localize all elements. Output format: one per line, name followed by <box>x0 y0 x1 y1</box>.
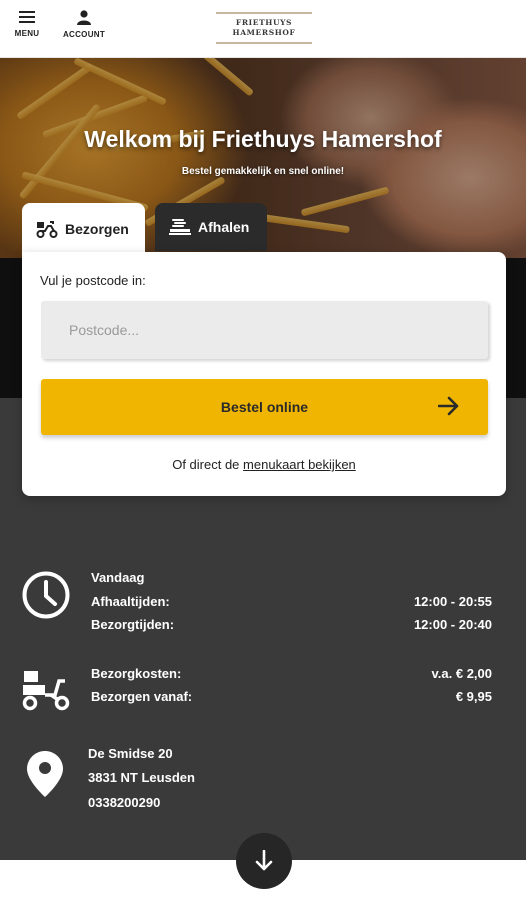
delivery-cost-value: v.a. € 2,00 <box>431 666 492 681</box>
order-card: Vul je postcode in: Bestel online Of dir… <box>22 252 506 496</box>
view-menu-link[interactable]: menukaart bekijken <box>243 457 356 472</box>
delivery-times-value: 12:00 - 20:40 <box>413 617 492 632</box>
postcode-input[interactable] <box>41 301 488 359</box>
location-pin-icon <box>27 751 63 797</box>
pickup-times-value: 12:00 - 20:55 <box>413 594 492 609</box>
logo-line2: HAMERSHOF <box>232 28 296 37</box>
top-header: MENU ACCOUNT FRIETHUYS HAMERSHOF <box>0 0 526 58</box>
restaurant-logo[interactable]: FRIETHUYS HAMERSHOF <box>216 12 312 44</box>
tab-pickup[interactable]: Afhalen <box>155 203 267 251</box>
menu-icon <box>19 11 35 23</box>
account-label: ACCOUNT <box>62 30 106 39</box>
order-online-button[interactable]: Bestel online <box>41 379 488 435</box>
postcode-label: Vul je postcode in: <box>40 273 146 288</box>
min-order-label: Bezorgen vanaf: <box>91 689 193 704</box>
tab-deliver[interactable]: Bezorgen <box>22 203 145 255</box>
today-label: Vandaag <box>91 570 145 585</box>
hero-subtitle: Bestel gemakkelijk en snel online! <box>181 166 345 177</box>
account-icon <box>77 10 91 25</box>
menu-label: MENU <box>14 29 40 38</box>
min-order-value: € 9,95 <box>455 689 492 704</box>
menu-link-line: Of direct de menukaart bekijken <box>22 457 506 472</box>
phone-number[interactable]: 0338200290 <box>88 795 160 810</box>
food-tray-icon <box>169 219 191 235</box>
arrow-down-icon <box>255 850 273 871</box>
scooter-icon <box>36 221 58 238</box>
menu-button[interactable]: MENU <box>12 10 42 38</box>
order-online-label: Bestel online <box>220 399 309 415</box>
hero-title: Welkom bij Friethuys Hamershof <box>84 126 442 152</box>
account-button[interactable]: ACCOUNT <box>62 10 106 39</box>
address-street: De Smidse 20 <box>88 746 173 761</box>
pickup-times-label: Afhaaltijden: <box>91 594 170 609</box>
arrow-right-icon <box>438 396 459 416</box>
delivery-cost-label: Bezorgkosten: <box>91 666 182 681</box>
scroll-down-button[interactable] <box>236 833 292 889</box>
menu-link-prefix: Of direct de <box>172 457 240 472</box>
logo-line1: FRIETHUYS <box>235 18 293 27</box>
delivery-times-label: Bezorgtijden: <box>91 617 175 632</box>
tab-pickup-label: Afhalen <box>198 219 250 235</box>
clock-icon <box>22 571 70 619</box>
delivery-scooter-icon <box>22 671 70 711</box>
tab-deliver-label: Bezorgen <box>65 221 129 237</box>
address-city: 3831 NT Leusden <box>88 770 195 785</box>
